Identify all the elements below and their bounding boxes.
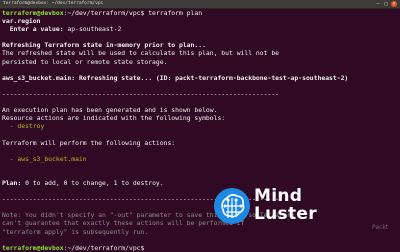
terminal-line: Resource actions are indicated with the … [2,114,400,122]
window-titlebar: terraform@devbox: ~/dev/terraform/vpc – … [0,0,400,9]
window-title: terraform@devbox: ~/dev/terraform/vpc [3,1,104,6]
terminal-text: - aws_s3_bucket.main [2,154,87,163]
terminal-text: :~/dev/terraform/vpc$ [63,243,149,252]
terminal-text: ----------------------------------------… [2,89,280,98]
logo-word-mind: Mind [254,186,303,206]
terminal-text: An execution plan has been generated and… [2,106,218,115]
terminal-text: 0 to add, 0 to change, 1 to destroy. [21,178,164,187]
close-button[interactable]: × [391,1,397,7]
terminal-text: terraform@devbox [2,243,64,252]
terminal-text: Terraform will perform the following act… [2,138,176,147]
terminal-line: An execution plan has been generated and… [2,106,400,114]
terminal-text: Refreshing Terraform state in-memory pri… [2,41,206,50]
packt-watermark: Packt [372,224,389,231]
terminal-line: terraform@devbox:~/dev/terraform/vpc$ [2,244,400,252]
terminal-text: ap-southeast-2 [67,25,122,34]
terminal-text: :~/dev/terraform/vpc$ terraform plan [63,9,203,17]
terminal-line: terraform@devbox:~/dev/terraform/vpc$ te… [2,9,400,17]
terminal-text: persisted to local or remote state stora… [2,57,168,66]
terminal-text: Enter a value: [2,25,68,34]
terminal-text: - destroy [2,122,45,131]
terminal-text: can't guarantee that exactly these actio… [2,219,245,228]
terminal-text: var.region [2,17,41,26]
terminal-line: - aws_s3_bucket.main [2,155,400,163]
terminal-text: aws_s3_bucket.main: Refreshing state... … [2,73,349,82]
mindluster-logo: Mind Luster [212,186,342,226]
terminal-line: persisted to local or remote state stora… [2,58,400,66]
logo-word-luster: Luster [254,204,317,224]
terminal-text: The refreshed state will be used to calc… [2,49,280,58]
terminal-line: - destroy [2,122,400,130]
terminal-line: Terraform will perform the following act… [2,139,400,147]
maximize-button[interactable]: □ [383,1,389,7]
terminal-text: "terraform apply" is subsequently run. [2,227,149,236]
brain-icon [214,188,250,224]
terminal-line: The refreshed state will be used to calc… [2,49,400,57]
terminal-line: Enter a value: ap-southeast-2 [2,25,400,33]
terminal-text: Resource actions are indicated with the … [2,114,226,123]
terminal-line: Refreshing Terraform state in-memory pri… [2,41,400,49]
terminal-line: var.region [2,17,400,25]
terminal-line: aws_s3_bucket.main: Refreshing state... … [2,74,400,82]
minimize-button[interactable]: – [375,1,381,7]
terminal-line: ----------------------------------------… [2,90,400,98]
terminal-line: "terraform apply" is subsequently run. [2,228,400,236]
terminal-text: Plan: [2,178,22,187]
terminal-text: terraform@devbox [2,9,64,17]
